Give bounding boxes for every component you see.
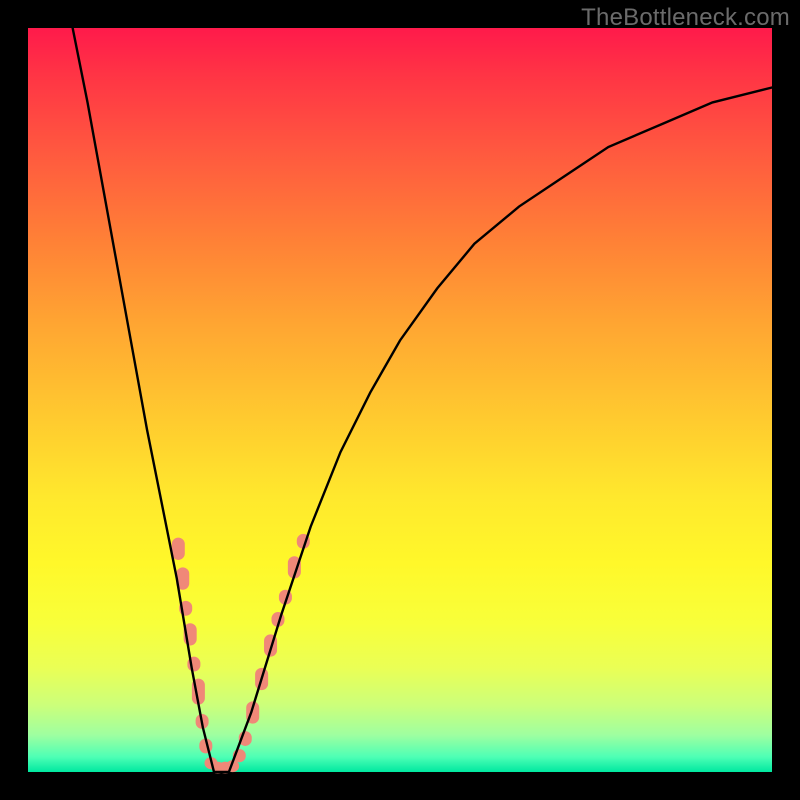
chart-frame: TheBottleneck.com — [0, 0, 800, 800]
watermark-text: TheBottleneck.com — [581, 4, 790, 32]
highlight-dot — [172, 538, 185, 560]
bottleneck-curve — [73, 28, 772, 772]
plot-area — [28, 28, 772, 772]
chart-svg — [28, 28, 772, 772]
